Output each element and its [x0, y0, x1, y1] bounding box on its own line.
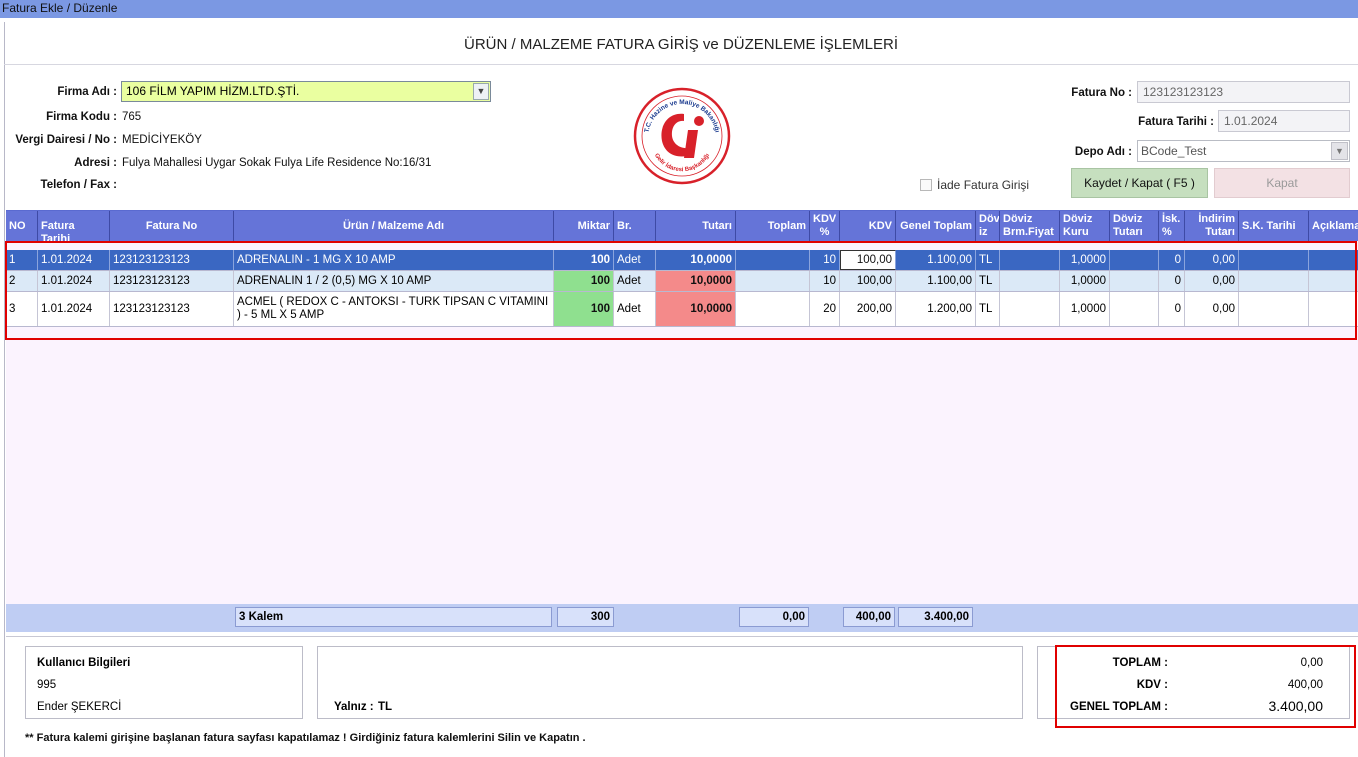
col-date[interactable]: Fatura Tarihi [38, 211, 110, 241]
col-product[interactable]: Ürün / Malzeme Adı [234, 211, 554, 241]
col-expiry[interactable]: S.K. Tarihi [1239, 211, 1309, 241]
col-amount[interactable]: Tutarı [656, 211, 736, 241]
return-invoice-checkbox[interactable]: İade Fatura Girişi [920, 178, 1029, 192]
amount-words-panel: Yalnız : TL [317, 646, 1023, 719]
address-label: Adresi : [74, 157, 117, 169]
col-no[interactable]: NO [6, 211, 38, 241]
firm-name-label: Firma Adı : [57, 86, 117, 98]
firm-name-value: 106 FİLM YAPIM HİZM.LTD.ŞTİ. [126, 84, 300, 98]
col-fx-unit-price[interactable]: Döviz Brm.Fiyat [1000, 211, 1060, 241]
tax-office-label: Vergi Dairesi / No : [15, 134, 117, 146]
invoice-no-field[interactable]: 123123123123 [1137, 81, 1350, 103]
col-fx-rate[interactable]: Döviz Kuru [1060, 211, 1110, 241]
grid-header: NO Fatura Tarihi Fatura No Ürün / Malzem… [6, 211, 1358, 241]
col-fx-amount[interactable]: Döviz Tutarı [1110, 211, 1159, 241]
amount-words-value: TL [378, 701, 393, 713]
footer-kdv-total: 400,00 [843, 607, 895, 627]
warning-note: ** Fatura kalemi girişine başlanan fatur… [25, 732, 586, 744]
user-info-title: Kullanıcı Bilgileri [37, 657, 131, 669]
col-kdv-rate[interactable]: KDV % [810, 211, 840, 241]
col-currency[interactable]: Döv iz [976, 211, 1000, 241]
col-unit[interactable]: Br. [614, 211, 656, 241]
address-value: Fulya Mahallesi Uygar Sokak Fulya Life R… [122, 157, 432, 169]
col-kdv[interactable]: KDV [840, 211, 896, 241]
depot-select[interactable]: BCode_Test ▼ [1137, 140, 1350, 162]
amount-words-label: Yalnız : [334, 701, 374, 713]
firm-code-value: 765 [122, 111, 142, 123]
col-note[interactable]: Açıklama [1309, 211, 1358, 241]
tax-office-value: MEDİCİYEKÖY [122, 134, 202, 146]
invoice-date-field[interactable]: 1.01.2024 [1218, 110, 1350, 132]
depot-value: BCode_Test [1141, 144, 1207, 158]
footer-total: 0,00 [739, 607, 809, 627]
col-discount-rate[interactable]: İsk. % [1159, 211, 1185, 241]
chevron-down-icon[interactable]: ▼ [1331, 142, 1348, 160]
checkbox-icon[interactable] [920, 179, 932, 191]
user-info-panel: Kullanıcı Bilgileri 995 Ender ŞEKERCİ [25, 646, 303, 719]
col-qty[interactable]: Miktar [554, 211, 614, 241]
save-close-button[interactable]: Kaydet / Kapat ( F5 ) [1071, 168, 1208, 198]
page-title: ÜRÜN / MALZEME FATURA GİRİŞ ve DÜZENLEME… [4, 24, 1358, 65]
user-name: Ender ŞEKERCİ [37, 701, 122, 713]
close-button[interactable]: Kapat [1214, 168, 1350, 198]
invoice-no-label: Fatura No : [1071, 87, 1132, 99]
firm-code-label: Firma Kodu : [46, 111, 117, 123]
user-id: 995 [37, 679, 57, 691]
window-title: Fatura Ekle / Düzenle [0, 0, 1358, 18]
return-invoice-label: İade Fatura Girişi [937, 178, 1030, 192]
col-invoice-no[interactable]: Fatura No [110, 211, 234, 241]
phone-label: Telefon / Fax : [40, 179, 117, 191]
rows-highlight-box [5, 241, 1357, 340]
col-total[interactable]: Toplam [736, 211, 810, 241]
footer-item-count: 3 Kalem [235, 607, 552, 627]
footer-grand-total: 3.400,00 [898, 607, 973, 627]
grid-footer: 3 Kalem 300 0,00 400,00 3.400,00 [6, 604, 1358, 632]
gib-logo-icon: T.C. Hazine ve Maliye Bakanlığı Gelir İd… [633, 87, 731, 185]
col-grand-total[interactable]: Genel Toplam [896, 211, 976, 241]
chevron-down-icon[interactable]: ▼ [473, 83, 489, 100]
invoice-date-label: Fatura Tarihi : [1138, 116, 1214, 128]
col-discount-amount[interactable]: İndirim Tutarı [1185, 211, 1239, 241]
footer-qty-total: 300 [557, 607, 614, 627]
totals-highlight-box [1055, 645, 1356, 728]
depot-label: Depo Adı : [1074, 146, 1132, 158]
firm-name-select[interactable]: 106 FİLM YAPIM HİZM.LTD.ŞTİ. ▼ [121, 81, 491, 102]
